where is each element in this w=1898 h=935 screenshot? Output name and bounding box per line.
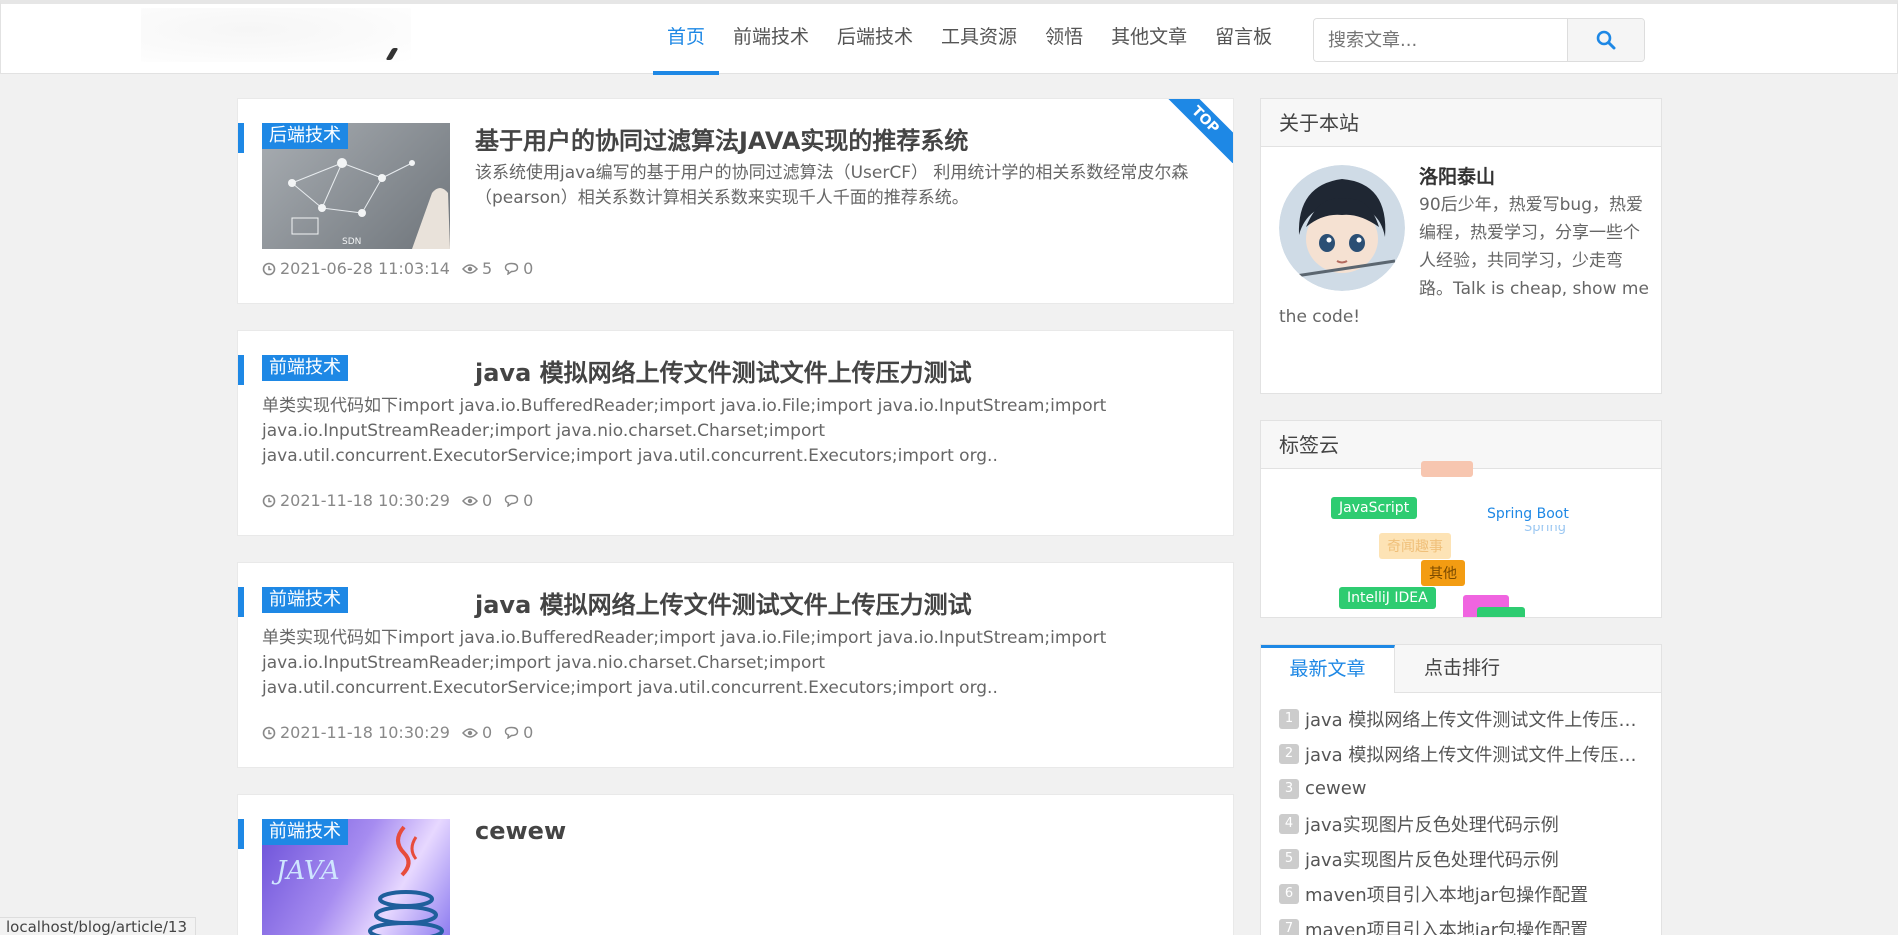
article-title[interactable]: cewew <box>475 817 566 845</box>
accent-bar <box>238 123 244 153</box>
list-item-title[interactable]: java实现图片反色处理代码示例 <box>1305 846 1559 872</box>
clock-icon <box>262 726 276 739</box>
nav-item-guestbook[interactable]: 留言板 <box>1201 4 1286 74</box>
list-item[interactable]: 2 java 模拟网络上传文件测试文件上传压力测试 <box>1279 736 1643 771</box>
accent-bar <box>238 587 244 617</box>
top-navbar: 首页 前端技术 后端技术 工具资源 领悟 其他文章 留言板 <box>0 0 1898 76</box>
list-item-title[interactable]: java 模拟网络上传文件测试文件上传压力测试 <box>1305 706 1643 732</box>
tab-latest[interactable]: 最新文章 <box>1261 645 1395 693</box>
article-meta: 2021-11-18 10:30:29 0 0 <box>262 723 533 742</box>
tag-fragment[interactable] <box>1477 607 1525 617</box>
recent-tabs: 最新文章 点击排行 <box>1261 645 1661 693</box>
rank-number: 3 <box>1279 778 1299 799</box>
eye-icon <box>461 263 478 274</box>
tag-fragment[interactable] <box>1421 461 1473 477</box>
comment-count: 0 <box>523 259 534 278</box>
rank-number: 6 <box>1279 883 1299 904</box>
nav-item-tools[interactable]: 工具资源 <box>927 4 1031 74</box>
list-item[interactable]: 5 java实现图片反色处理代码示例 <box>1279 841 1643 876</box>
list-item[interactable]: 3 cewew <box>1279 771 1643 806</box>
search-button[interactable] <box>1567 19 1644 61</box>
view-count: 0 <box>481 723 493 742</box>
rank-number: 2 <box>1279 743 1299 764</box>
view-count: 5 <box>481 259 493 278</box>
nav-item-frontend[interactable]: 前端技术 <box>719 4 823 74</box>
article-desc: 单类实现代码如下import java.io.BufferedReader;im… <box>262 628 1107 698</box>
category-tag[interactable]: 后端技术 <box>262 123 348 149</box>
comment-icon <box>504 494 519 507</box>
eye-icon <box>461 495 478 506</box>
site-logo[interactable] <box>141 8 411 62</box>
about-panel: 关于本站 洛阳泰山 90后少年，热爱写bug，热爱编程，热爱学习，分享一些个人经… <box>1260 98 1662 394</box>
recent-list: 1 java 模拟网络上传文件测试文件上传压力测试 2 java 模拟网络上传文件测… <box>1261 693 1661 935</box>
list-item[interactable]: 1 java 模拟网络上传文件测试文件上传压力测试 <box>1279 701 1643 736</box>
recent-panel: 最新文章 点击排行 1 java 模拟网络上传文件测试文件上传压力测试 2 java… <box>1260 644 1662 935</box>
search-box <box>1313 18 1645 62</box>
rank-number: 4 <box>1279 813 1299 834</box>
main-nav: 首页 前端技术 后端技术 工具资源 领悟 其他文章 留言板 <box>653 4 1286 76</box>
list-item-title[interactable]: maven项目引入本地jar包操作配置 <box>1305 881 1588 907</box>
category-tag[interactable]: 前端技术 <box>262 355 348 381</box>
category-tag[interactable]: 前端技术 <box>262 587 348 613</box>
search-input[interactable] <box>1314 19 1567 61</box>
article-date: 2021-11-18 10:30:29 <box>280 723 450 742</box>
about-heading: 关于本站 <box>1261 99 1661 147</box>
tab-popular[interactable]: 点击排行 <box>1395 645 1529 692</box>
avatar <box>1279 165 1405 291</box>
article-card[interactable]: JAVA 前端技术 cewew <box>237 794 1234 935</box>
nav-item-insights[interactable]: 领悟 <box>1031 4 1097 74</box>
list-item-title[interactable]: java 模拟网络上传文件测试文件上传压力测试 <box>1305 741 1643 767</box>
article-desc: 单类实现代码如下import java.io.BufferedReader;im… <box>262 396 1107 466</box>
list-item[interactable]: 7 maven项目引入本地jar包操作配置 <box>1279 911 1643 935</box>
tag-spring-boot[interactable]: Spring Boot <box>1479 503 1577 525</box>
rank-number: 5 <box>1279 848 1299 869</box>
article-card[interactable]: 前端技术 java 模拟网络上传文件测试文件上传压力测试 单类实现代码如下imp… <box>237 562 1234 768</box>
view-count: 0 <box>481 491 493 510</box>
top-badge: TOP <box>1161 99 1233 164</box>
svg-text:SDN: SDN <box>342 237 361 247</box>
list-item[interactable]: 4 java实现图片反色处理代码示例 <box>1279 806 1643 841</box>
rank-number: 7 <box>1279 918 1299 935</box>
accent-bar <box>238 355 244 385</box>
list-item[interactable]: 6 maven项目引入本地jar包操作配置 <box>1279 876 1643 911</box>
nav-item-home[interactable]: 首页 <box>653 4 720 75</box>
svg-text:JAVA: JAVA <box>271 856 340 886</box>
clock-icon <box>262 262 276 275</box>
tag-other[interactable]: 其他 <box>1421 560 1465 586</box>
tag-cloud: JavaScript Spring Spring Boot 奇闻趣事 其他 In… <box>1261 461 1661 617</box>
article-date: 2021-06-28 11:03:14 <box>280 259 450 278</box>
nav-item-backend[interactable]: 后端技术 <box>823 4 927 74</box>
article-meta: 2021-06-28 11:03:14 5 0 <box>262 259 533 278</box>
rank-number: 1 <box>1279 708 1299 729</box>
comment-icon <box>504 262 519 275</box>
comment-count: 0 <box>523 723 534 742</box>
article-card[interactable]: TOP SDN 后端技术 基于用户的协同过滤算法JAVA实现的推荐系统 该系统使… <box>237 98 1234 304</box>
list-item-title[interactable]: java实现图片反色处理代码示例 <box>1305 811 1559 837</box>
status-url: localhost/blog/article/13 <box>0 917 197 935</box>
tag-cloud-panel: 标签云 JavaScript Spring Spring Boot 奇闻趣事 其… <box>1260 420 1662 618</box>
eye-icon <box>461 727 478 738</box>
tag-intellij-idea[interactable]: IntelliJ IDEA <box>1339 587 1436 609</box>
article-title[interactable]: 基于用户的协同过滤算法JAVA实现的推荐系统 <box>475 121 968 156</box>
tag-anecdotes[interactable]: 奇闻趣事 <box>1379 533 1451 559</box>
list-item-title[interactable]: maven项目引入本地jar包操作配置 <box>1305 916 1588 935</box>
accent-bar <box>238 819 244 849</box>
list-item-title[interactable]: cewew <box>1305 778 1367 799</box>
clock-icon <box>262 494 276 507</box>
article-title[interactable]: java 模拟网络上传文件测试文件上传压力测试 <box>475 353 972 388</box>
nav-item-other[interactable]: 其他文章 <box>1097 4 1201 74</box>
comment-count: 0 <box>523 491 534 510</box>
article-desc: 该系统使用java编写的基于用户的协同过滤算法（UserCF） 利用统计学的相关… <box>475 163 1189 208</box>
category-tag[interactable]: 前端技术 <box>262 819 348 845</box>
article-card[interactable]: 前端技术 java 模拟网络上传文件测试文件上传压力测试 单类实现代码如下imp… <box>237 330 1234 536</box>
tag-javascript[interactable]: JavaScript <box>1331 497 1418 519</box>
article-meta: 2021-11-18 10:30:29 0 0 <box>262 491 533 510</box>
article-date: 2021-11-18 10:30:29 <box>280 491 450 510</box>
comment-icon <box>504 726 519 739</box>
search-icon <box>1596 30 1616 50</box>
article-title[interactable]: java 模拟网络上传文件测试文件上传压力测试 <box>475 585 972 620</box>
